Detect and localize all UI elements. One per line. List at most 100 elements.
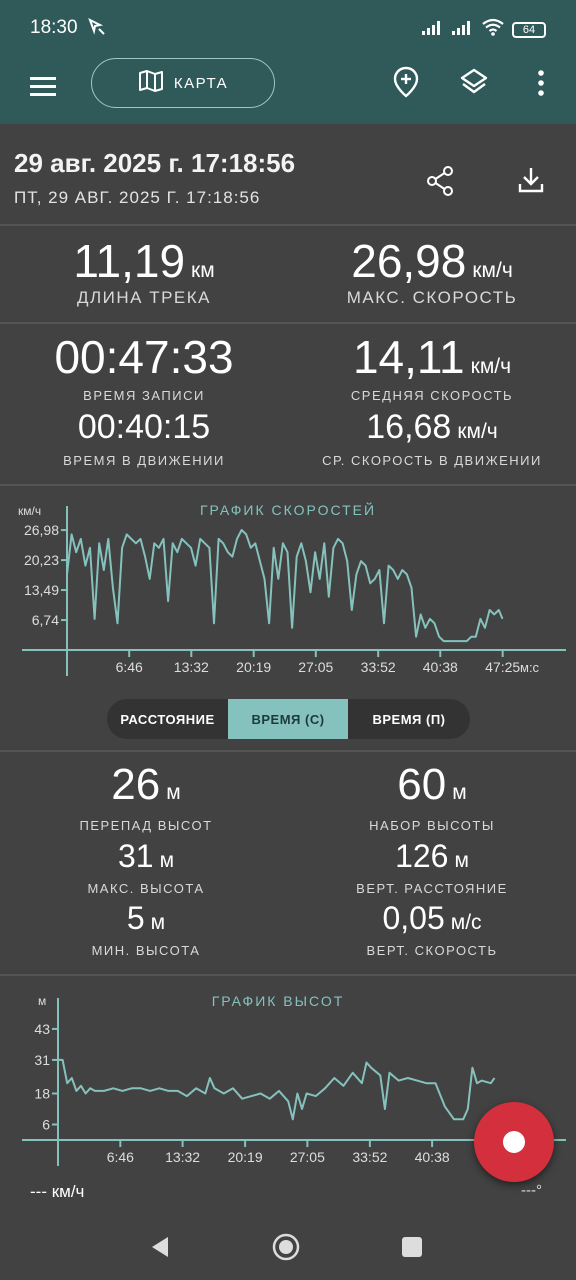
data-series-line xyxy=(66,529,504,643)
stat-label: ВЕРТ. СКОРОСТЬ xyxy=(366,943,498,958)
y-tick-label: 31 xyxy=(34,1052,50,1068)
divider xyxy=(0,322,576,324)
stat-unit: м xyxy=(166,781,181,804)
stat-value: 16,68 xyxy=(366,408,452,446)
x-tick-label: 20:19 xyxy=(228,1149,263,1165)
stat-value: 14,11 xyxy=(352,331,465,383)
record-button[interactable] xyxy=(474,1102,554,1182)
stat-unit: м xyxy=(454,849,469,872)
stat-unit: м xyxy=(452,781,467,804)
wifi-icon xyxy=(482,18,504,41)
stat-avg-speed: 14,11 км/ч СРЕДНЯЯ СКОРОСТЬ xyxy=(288,330,576,403)
map-button[interactable]: КАРТА xyxy=(91,58,275,108)
x-tick-label: 6:46 xyxy=(116,659,143,675)
stat-unit: км xyxy=(191,259,215,282)
divider xyxy=(0,484,576,486)
status-bar: 18:30 64 xyxy=(0,0,576,56)
segment-time-total[interactable]: ВРЕМЯ (С) xyxy=(228,699,348,739)
stat-max-elevation: 31 м МАКС. ВЫСОТА xyxy=(0,838,292,896)
track-date-title: 29 авг. 2025 г. 17:18:56 xyxy=(14,148,296,178)
x-tick-label: 13:32 xyxy=(174,659,209,675)
segment-distance[interactable]: РАССТОЯНИЕ xyxy=(107,699,228,739)
recents-icon[interactable] xyxy=(401,1236,423,1263)
map-icon xyxy=(138,69,164,97)
stat-unit: м/с xyxy=(450,911,482,934)
x-tick-label: 33:52 xyxy=(361,659,396,675)
add-location-icon[interactable] xyxy=(393,66,419,103)
divider xyxy=(0,224,576,226)
stat-value: 31 xyxy=(117,838,154,874)
bottom-info-bar: --- км/ч ---° xyxy=(0,1170,576,1212)
more-vert-icon[interactable] xyxy=(536,70,546,101)
data-series-line xyxy=(58,1058,496,1121)
x-tick-label: 33:52 xyxy=(352,1149,387,1165)
x-tick-label: 47:25 xyxy=(485,659,520,675)
stat-unit: км/ч xyxy=(472,259,513,282)
stat-label: МАКС. ВЫСОТА xyxy=(87,881,205,896)
stat-value: 5 xyxy=(126,900,145,936)
x-axis-mode-selector: РАССТОЯНИЕ ВРЕМЯ (С) ВРЕМЯ (П) xyxy=(107,699,470,739)
stat-elevation-diff: 26 м ПЕРЕПАД ВЫСОТ xyxy=(0,760,292,833)
y-axis-unit: м xyxy=(38,994,46,1008)
stat-record-time: 00:47:33 ВРЕМЯ ЗАПИСИ xyxy=(0,330,288,403)
x-tick-label: 13:32 xyxy=(165,1149,200,1165)
stat-value: 60 xyxy=(397,760,447,809)
divider xyxy=(0,974,576,976)
x-tick-label: 20:19 xyxy=(236,659,271,675)
y-tick-label: 26,98 xyxy=(24,522,59,538)
x-tick-label: 27:05 xyxy=(290,1149,325,1165)
x-axis-unit: м:с xyxy=(520,660,540,675)
divider xyxy=(0,750,576,752)
y-tick-label: 20,23 xyxy=(24,552,59,568)
status-time: 18:30 xyxy=(30,17,78,38)
stat-unit: м xyxy=(159,849,175,872)
download-icon[interactable] xyxy=(518,166,544,199)
stat-min-elevation: 5м МИН. ВЫСОТА xyxy=(0,900,292,958)
back-icon[interactable] xyxy=(149,1235,171,1264)
segment-time-moving[interactable]: ВРЕМЯ (П) xyxy=(348,699,470,739)
stat-value: 00:40:15 xyxy=(77,408,211,446)
y-tick-label: 6,74 xyxy=(32,612,59,628)
stat-value: 0,05 xyxy=(382,900,445,936)
stat-label: ДЛИНА ТРЕКА xyxy=(76,288,212,307)
current-speed: --- км/ч xyxy=(30,1182,85,1201)
stat-moving-avg-speed: 16,68 км/ч СР. СКОРОСТЬ В ДВИЖЕНИИ xyxy=(288,408,576,468)
stat-label: ВРЕМЯ ЗАПИСИ xyxy=(83,388,205,403)
battery-icon: 64 xyxy=(512,21,546,38)
stat-label: ВРЕМЯ В ДВИЖЕНИИ xyxy=(63,453,225,468)
stat-unit: км/ч xyxy=(457,420,498,443)
track-date-subtitle: ПТ, 29 АВГ. 2025 Г. 17:18:56 xyxy=(14,188,261,207)
stat-label: МАКС. СКОРОСТЬ xyxy=(346,288,518,307)
map-button-label: КАРТА xyxy=(173,74,229,92)
system-nav-bar xyxy=(0,1212,576,1280)
stat-elevation-gain: 60 м НАБОР ВЫСОТЫ xyxy=(288,760,576,833)
y-tick-label: 6 xyxy=(42,1117,50,1133)
current-heading: ---° xyxy=(521,1182,542,1199)
stat-unit: км/ч xyxy=(470,355,512,378)
stat-label: МИН. ВЫСОТА xyxy=(91,943,201,958)
stat-value: 126 xyxy=(395,838,449,874)
stat-unit: м xyxy=(150,911,166,934)
stat-moving-time: 00:40:15 ВРЕМЯ В ДВИЖЕНИИ xyxy=(0,408,288,468)
y-tick-label: 18 xyxy=(34,1086,50,1102)
stat-vert-speed: 0,05 м/с ВЕРТ. СКОРОСТЬ xyxy=(288,900,576,958)
x-tick-label: 27:05 xyxy=(298,659,333,675)
stat-label: СР. СКОРОСТЬ В ДВИЖЕНИИ xyxy=(322,453,542,468)
layers-icon[interactable] xyxy=(460,68,488,101)
stat-value: 11,19 xyxy=(73,235,186,287)
x-tick-label: 40:38 xyxy=(423,659,458,675)
speed-chart: км/ч 6,74 13,49 20,23 26,98 6:46 13:32 20:19 27:… xyxy=(18,504,566,676)
home-icon[interactable] xyxy=(272,1233,300,1266)
menu-icon[interactable] xyxy=(30,74,62,102)
stat-value: 00:47:33 xyxy=(54,331,234,383)
x-tick-label: 6:46 xyxy=(107,1149,134,1165)
share-icon[interactable] xyxy=(426,166,454,201)
navigation-status-icon xyxy=(86,16,106,41)
x-tick-label: 40:38 xyxy=(415,1149,450,1165)
y-tick-label: 43 xyxy=(34,1021,50,1037)
stat-label: НАБОР ВЫСОТЫ xyxy=(369,818,495,833)
signal-icon xyxy=(422,19,444,40)
signal-icon-2 xyxy=(452,19,474,40)
stat-track-length: 11,19 км ДЛИНА ТРЕКА xyxy=(0,234,288,308)
record-icon xyxy=(503,1131,525,1153)
